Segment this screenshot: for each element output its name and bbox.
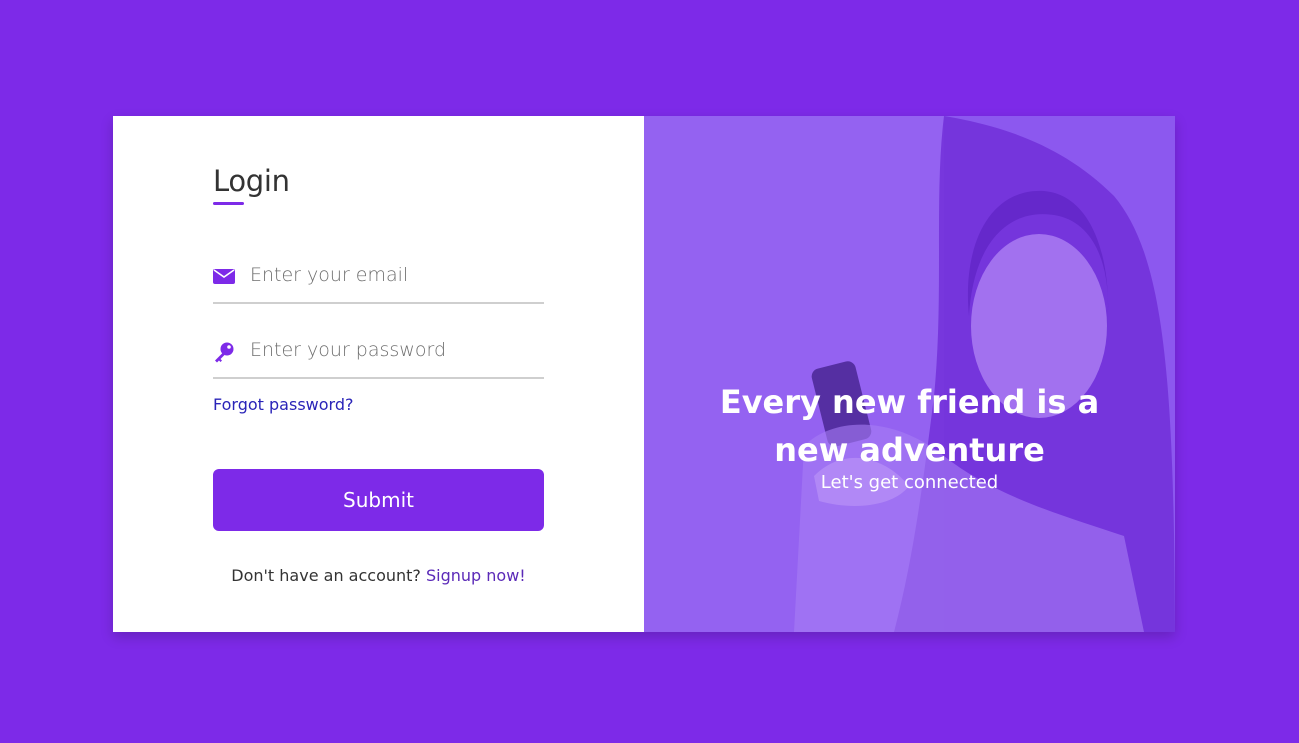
login-form-panel: Login Forgot password? Submit bbox=[113, 116, 644, 632]
promo-tagline: Let's get connected bbox=[820, 472, 999, 493]
email-input[interactable] bbox=[250, 258, 540, 292]
password-input[interactable] bbox=[250, 333, 540, 367]
login-title: Login bbox=[213, 164, 290, 198]
email-field-container bbox=[213, 252, 544, 304]
promo-headline-line2: new adventure bbox=[774, 431, 1045, 469]
promo-photo bbox=[644, 116, 1175, 632]
signup-link[interactable]: Signup now! bbox=[426, 566, 526, 585]
promo-headline: Every new friend is a new adventure bbox=[644, 378, 1175, 474]
promo-headline-line1: Every new friend is a bbox=[719, 383, 1100, 421]
signup-prompt: Don't have an account? bbox=[231, 566, 421, 585]
password-field-container bbox=[213, 327, 544, 379]
forgot-password-link[interactable]: Forgot password? bbox=[213, 395, 353, 414]
login-card: Login Forgot password? Submit bbox=[113, 116, 1175, 632]
submit-button[interactable]: Submit bbox=[213, 469, 544, 531]
promo-image-panel: Every new friend is a new adventure Let'… bbox=[644, 116, 1175, 632]
envelope-icon bbox=[213, 266, 235, 288]
title-underline bbox=[213, 202, 244, 205]
key-icon bbox=[213, 341, 235, 363]
signup-line: Don't have an account? Signup now! bbox=[113, 566, 644, 585]
